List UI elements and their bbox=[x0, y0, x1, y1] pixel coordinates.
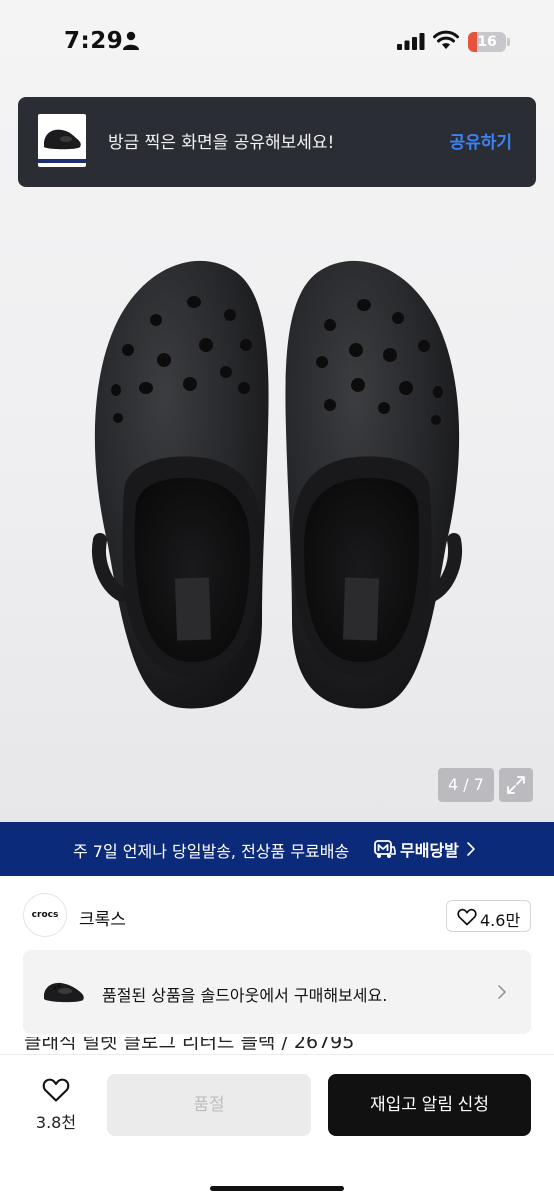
soldout-promo-banner[interactable]: 품절된 상품을 솔드아웃에서 구매해보세요. bbox=[23, 950, 531, 1034]
delivery-banner[interactable]: 주 7일 언제나 당일발송, 전상품 무료배송 무배당발 bbox=[0, 822, 554, 876]
heart-icon bbox=[42, 1078, 70, 1102]
brand-name[interactable]: 크록스 bbox=[79, 905, 126, 930]
thumbnail-stripe bbox=[38, 159, 86, 163]
promo-product-image bbox=[44, 982, 84, 1003]
share-button[interactable]: 공유하기 bbox=[449, 128, 512, 153]
status-bar: 7:29 16 bbox=[0, 0, 554, 84]
heart-icon bbox=[457, 908, 477, 926]
m-delivery-icon bbox=[374, 840, 396, 858]
wifi-icon bbox=[433, 30, 459, 49]
share-toast: 방금 찍은 화면을 공유해보세요! 공유하기 bbox=[18, 97, 536, 187]
chevron-right-icon bbox=[498, 985, 506, 999]
battery-cap bbox=[507, 38, 510, 46]
product-title: 클래식 릴렛 클로그 리터드 블랙 / 26795 bbox=[24, 1037, 534, 1053]
screenshot-thumbnail[interactable] bbox=[38, 114, 86, 167]
product-title-text: 클래식 릴렛 클로그 리터드 블랙 / 26795 bbox=[24, 1037, 355, 1053]
like-button[interactable]: 3.8천 bbox=[28, 1075, 84, 1135]
battery-level: 16 bbox=[477, 34, 497, 50]
delivery-highlight: 무배당발 bbox=[400, 841, 459, 860]
chevron-right-icon bbox=[467, 842, 475, 856]
expand-button[interactable] bbox=[499, 768, 533, 802]
status-time: 7:29 bbox=[64, 28, 124, 54]
brand-wish-count: 4.6만 bbox=[480, 911, 521, 930]
bottom-action-bar: 3.8천 품절 재입고 알림 신청 bbox=[0, 1054, 554, 1200]
home-indicator bbox=[210, 1186, 344, 1191]
expand-icon bbox=[507, 776, 525, 794]
like-count: 3.8천 bbox=[35, 1113, 77, 1132]
promo-text: 품절된 상품을 솔드아웃에서 구매해보세요. bbox=[102, 986, 388, 1005]
brand-wish-button[interactable]: 4.6만 bbox=[446, 900, 531, 932]
share-toast-message: 방금 찍은 화면을 공유해보세요! bbox=[108, 133, 335, 153]
sold-out-button[interactable]: 품절 bbox=[107, 1074, 311, 1136]
person-icon bbox=[123, 31, 139, 50]
brand-logo[interactable]: crocs bbox=[23, 893, 67, 937]
image-counter: 4 / 7 bbox=[438, 768, 494, 802]
signal-icon bbox=[397, 33, 425, 50]
battery-icon: 16 bbox=[468, 32, 510, 52]
delivery-banner-text: 주 7일 언제나 당일발송, 전상품 무료배송 bbox=[73, 842, 350, 861]
restock-alert-button[interactable]: 재입고 알림 신청 bbox=[328, 1074, 531, 1136]
